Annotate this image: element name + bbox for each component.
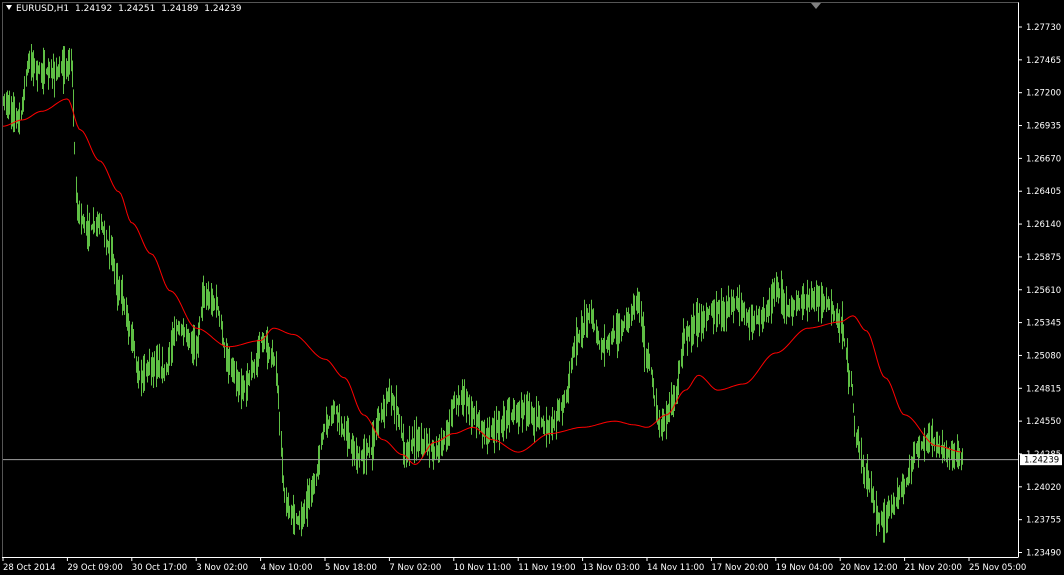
low-value: 1.24189 (161, 4, 199, 14)
chart-shift-marker-icon[interactable] (811, 3, 821, 9)
x-tick-label: 13 Nov 03:00 (583, 563, 640, 573)
x-tick-label: 19 Nov 04:00 (776, 563, 833, 573)
x-tick-label: 30 Oct 17:00 (132, 563, 187, 573)
y-tick-label: 1.24020 (1026, 483, 1061, 493)
y-tick-label: 1.23755 (1026, 516, 1061, 526)
y-tick-label: 1.25610 (1026, 286, 1061, 296)
x-tick-label: 5 Nov 18:00 (325, 563, 377, 573)
x-tick-label: 20 Nov 12:00 (840, 563, 897, 573)
high-value: 1.24251 (118, 4, 156, 14)
y-tick-label: 1.24550 (1026, 417, 1061, 427)
y-tick-label: 1.25345 (1026, 319, 1061, 329)
collapse-triangle-icon[interactable] (6, 5, 12, 10)
x-tick-label: 25 Nov 05:00 (969, 563, 1026, 573)
current-price-label: 1.24239 (1020, 454, 1062, 466)
current-price-value: 1.24239 (1024, 456, 1059, 466)
y-tick-label: 1.27465 (1026, 56, 1061, 66)
x-tick-label: 7 Nov 02:00 (389, 563, 441, 573)
y-tick-label: 1.26670 (1026, 154, 1061, 164)
price-bars-layer (3, 44, 963, 543)
y-tick-label: 1.23490 (1026, 549, 1061, 559)
x-tick-label: 4 Nov 10:00 (261, 563, 313, 573)
x-tick-label: 10 Nov 11:00 (454, 563, 511, 573)
x-tick-label: 11 Nov 19:00 (518, 563, 575, 573)
y-tick-label: 1.27730 (1026, 23, 1061, 33)
y-tick-label: 1.27200 (1026, 89, 1061, 99)
y-tick-label: 1.26935 (1026, 122, 1061, 132)
x-tick-label: 28 Oct 2014 (3, 563, 56, 573)
x-tick-label: 17 Nov 20:00 (711, 563, 768, 573)
time-axis[interactable]: 28 Oct 2014 29 Oct 09:00 30 Oct 17:00 3 Nov… (2, 557, 1026, 574)
close-value: 1.24239 (204, 4, 242, 14)
price-axis[interactable]: 1.27730 1.27465 1.27200 1.26935 1.26670 1.264… (1018, 23, 1062, 559)
x-tick-label: 3 Nov 02:00 (196, 563, 248, 573)
x-tick-label: 21 Nov 20:00 (905, 563, 962, 573)
moving-average-line (2, 98, 962, 466)
y-tick-label: 1.26140 (1026, 220, 1061, 230)
y-tick-label: 1.24815 (1026, 384, 1061, 394)
y-tick-label: 1.25080 (1026, 351, 1061, 361)
symbol-label: EURUSD,H1 (16, 4, 70, 14)
chart-window[interactable]: 1.27730 1.27465 1.27200 1.26935 1.26670 1.264… (0, 0, 1064, 575)
open-value: 1.24192 (75, 4, 113, 14)
price-chart[interactable]: 1.27730 1.27465 1.27200 1.26935 1.26670 1.264… (0, 0, 1064, 575)
ohlc-bars (3, 44, 963, 543)
y-tick-label: 1.26405 (1026, 187, 1061, 197)
x-tick-label: 14 Nov 11:00 (647, 563, 704, 573)
y-tick-label: 1.25875 (1026, 253, 1061, 263)
chart-header: EURUSD,H1 1.24192 1.24251 1.24189 1.2423… (6, 4, 245, 14)
x-tick-label: 29 Oct 09:00 (67, 563, 122, 573)
